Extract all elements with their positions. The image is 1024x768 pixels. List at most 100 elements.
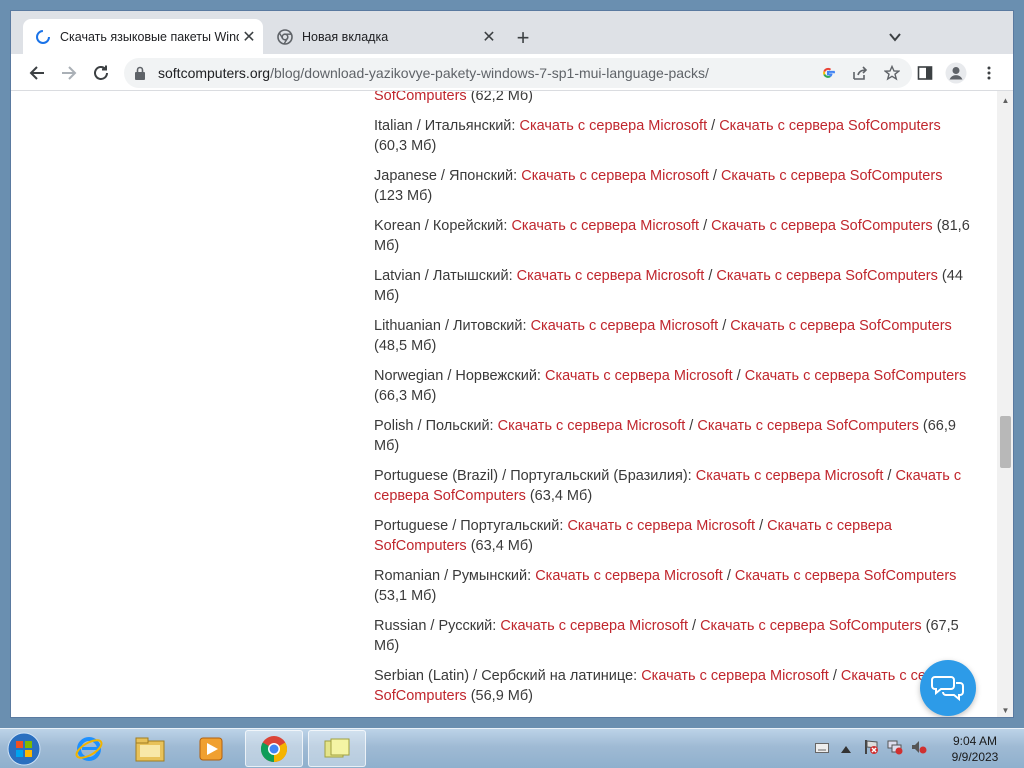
page-content: SofComputers (62,2 Мб) Italian / Итальян… <box>11 91 997 717</box>
reload-button[interactable] <box>89 61 113 85</box>
download-sofcomputers-link[interactable]: Скачать с сервера SofComputers <box>719 118 941 134</box>
url-host: softcomputers.org <box>158 65 271 81</box>
download-microsoft-link[interactable]: Скачать с сервера Microsoft <box>535 568 723 584</box>
chrome-taskbar-icon[interactable] <box>245 730 303 767</box>
forward-button[interactable] <box>57 61 81 85</box>
language-label: Portuguese / Португальский: <box>374 518 568 534</box>
download-sofcomputers-link[interactable]: Скачать с сервера SofComputers <box>716 268 938 284</box>
scroll-down-arrow[interactable]: ▼ <box>997 703 1013 717</box>
download-microsoft-link[interactable]: Скачать с сервера Microsoft <box>567 518 755 534</box>
download-sofcomputers-link[interactable]: Скачать с сервера SofComputers <box>721 168 943 184</box>
clock-date: 9/9/2023 <box>951 750 999 764</box>
link-separator: / <box>707 118 720 134</box>
language-label: Portuguese (Brazil) / Португальский (Бра… <box>374 468 696 484</box>
tab-new-tab[interactable]: Новая вкладка ✕ <box>265 19 503 54</box>
list-item: SofComputers (62,2 Мб) <box>374 91 974 106</box>
language-label: Korean / Корейский: <box>374 218 512 234</box>
link-separator: / <box>708 168 721 184</box>
download-sofcomputers-link[interactable]: Скачать с сервера SofComputers <box>745 368 967 384</box>
download-microsoft-link[interactable]: Скачать с сервера Microsoft <box>498 418 686 434</box>
list-item: Korean / Корейский: Скачать с сервера Mi… <box>374 216 974 256</box>
download-sofcomputers-link[interactable]: Скачать с сервера SofComputers <box>700 618 922 634</box>
internet-explorer-icon[interactable] <box>60 730 118 767</box>
browser-window: ─ ❐ ✕ Скачать языковые пакеты Windows ✕ … <box>10 10 1014 718</box>
address-bar[interactable]: softcomputers.org/blog/download-yazikovy… <box>124 58 912 88</box>
file-size: (53,1 Мб) <box>374 588 437 604</box>
network-icon[interactable] <box>887 739 905 760</box>
link-separator: / <box>685 418 698 434</box>
profile-avatar[interactable] <box>944 61 968 85</box>
list-item: Lithuanian / Литовский: Скачать с сервер… <box>374 316 974 356</box>
list-item: Japanese / Японский: Скачать с сервера M… <box>374 166 974 206</box>
language-label: Japanese / Японский: <box>374 168 522 184</box>
star-icon[interactable] <box>880 61 904 85</box>
url-text[interactable]: softcomputers.org/blog/download-yazikovy… <box>158 65 816 81</box>
google-icon[interactable] <box>816 61 840 85</box>
language-label: Italian / Итальянский: <box>374 118 520 134</box>
list-item: Portuguese / Португальский: Скачать с се… <box>374 516 974 556</box>
clock-time: 9:04 AM <box>952 734 998 748</box>
language-pack-list: SofComputers (62,2 Мб) Italian / Итальян… <box>374 91 974 716</box>
download-microsoft-link[interactable]: Скачать с сервера Microsoft <box>511 218 699 234</box>
link-separator: / <box>687 618 701 634</box>
tab-close-icon[interactable]: ✕ <box>479 27 499 47</box>
url-path: /blog/download-yazikovye-pakety-windows-… <box>270 65 709 81</box>
menu-icon[interactable] <box>977 61 1001 85</box>
share-icon[interactable] <box>848 61 872 85</box>
loading-icon <box>35 29 51 45</box>
action-center-flag-icon[interactable] <box>863 739 881 760</box>
download-sofcomputers-link[interactable]: Скачать с сервера SofComputers <box>730 318 952 334</box>
back-button[interactable] <box>25 61 49 85</box>
scroll-up-arrow[interactable]: ▲ <box>997 93 1013 107</box>
language-label: Polish / Польский: <box>374 418 498 434</box>
list-item: Italian / Итальянский: Скачать с сервера… <box>374 116 974 156</box>
list-item: Portuguese (Brazil) / Португальский (Бра… <box>374 466 974 506</box>
download-sofcomputers-link[interactable]: SofComputers <box>374 91 467 104</box>
download-microsoft-link[interactable]: Скачать с сервера Microsoft <box>521 168 709 184</box>
link-separator: / <box>722 568 735 584</box>
chevron-up-icon[interactable] <box>841 740 855 758</box>
download-sofcomputers-link[interactable]: Скачать с сервера SofComputers <box>735 568 957 584</box>
file-size: (63,4 Мб) <box>466 538 534 554</box>
download-microsoft-link[interactable]: Скачать с сервера Microsoft <box>519 118 707 134</box>
file-explorer-icon[interactable] <box>121 730 179 767</box>
chat-button[interactable] <box>920 660 976 716</box>
sticky-notes-icon[interactable] <box>308 730 366 767</box>
scrollbar-thumb[interactable] <box>1000 416 1011 468</box>
link-separator: / <box>718 318 731 334</box>
new-tab-button[interactable]: + <box>511 25 535 50</box>
keyboard-icon[interactable] <box>815 740 831 758</box>
download-microsoft-link[interactable]: Скачать с сервера Microsoft <box>500 618 688 634</box>
download-sofcomputers-link[interactable]: Скачать с сервера SofComputers <box>711 218 933 234</box>
download-microsoft-link[interactable]: Скачать с сервера Microsoft <box>545 368 733 384</box>
tab-strip: Скачать языковые пакеты Windows ✕ Новая … <box>11 11 1013 54</box>
language-label: Romanian / Румынский: <box>374 568 536 584</box>
language-label: Serbian (Latin) / Сербский на латинице: <box>374 668 642 684</box>
start-button[interactable] <box>4 730 44 768</box>
taskbar-clock[interactable]: 9:04 AM 9/9/2023 <box>940 733 1010 765</box>
list-item: Latvian / Латышский: Скачать с сервера M… <box>374 266 974 306</box>
file-size: (48,5 Мб) <box>374 338 437 354</box>
link-separator: / <box>828 668 841 684</box>
download-microsoft-link[interactable]: Скачать с сервера Microsoft <box>641 668 829 684</box>
system-tray <box>815 729 929 768</box>
lock-icon[interactable] <box>134 66 148 80</box>
download-microsoft-link[interactable]: Скачать с сервера Microsoft <box>517 268 705 284</box>
file-size: (123 Мб) <box>374 188 433 204</box>
download-microsoft-link[interactable]: Скачать с сервера Microsoft <box>531 318 719 334</box>
download-sofcomputers-link[interactable]: Скачать с сервера SofComputers <box>697 418 919 434</box>
tab-title: Скачать языковые пакеты Windows <box>60 29 239 44</box>
media-player-icon[interactable] <box>182 730 240 767</box>
chevron-down-icon[interactable] <box>884 26 906 48</box>
language-label: Norwegian / Норвежский: <box>374 368 545 384</box>
tab-active[interactable]: Скачать языковые пакеты Windows ✕ <box>23 19 263 54</box>
language-label: Russian / Русский: <box>374 618 501 634</box>
volume-icon[interactable] <box>911 739 929 760</box>
side-panel-icon[interactable] <box>913 61 937 85</box>
link-separator: / <box>755 518 768 534</box>
download-microsoft-link[interactable]: Скачать с сервера Microsoft <box>696 468 884 484</box>
link-separator: / <box>704 268 717 284</box>
tab-close-icon[interactable]: ✕ <box>239 27 259 47</box>
list-item: Russian / Русский: Скачать с сервера Mic… <box>374 616 974 656</box>
vertical-scrollbar[interactable]: ▲ ▼ <box>997 91 1013 717</box>
